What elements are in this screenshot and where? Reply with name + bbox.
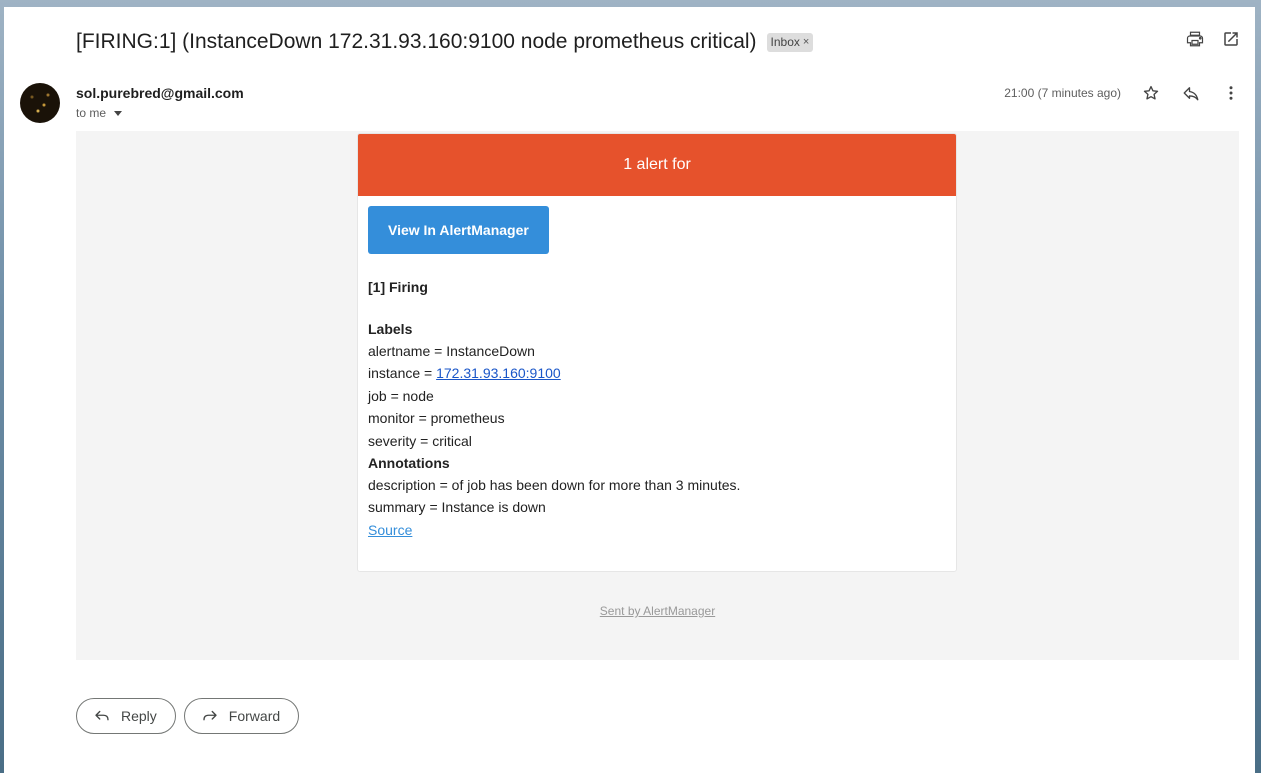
reply-icon: [95, 710, 109, 721]
label-prefix: instance =: [368, 365, 437, 382]
label-line: monitor = prometheus: [368, 410, 505, 427]
labels-title: Labels: [368, 321, 413, 337]
reply-actions: Reply Forward: [76, 698, 300, 734]
recipient-line: to me: [76, 106, 123, 120]
alert-content: View In AlertManager [1] Firing Labels a…: [358, 196, 956, 541]
message-meta: 21:00 (7 minutes ago): [1004, 83, 1241, 103]
sent-by-alertmanager-link[interactable]: Sent by AlertManager: [600, 604, 715, 618]
view-in-alertmanager-button[interactable]: View In AlertManager: [368, 206, 549, 254]
email-body: 1 alert for View In AlertManager [1] Fir…: [76, 131, 1239, 660]
sender-email[interactable]: sol.purebred@gmail.com: [76, 85, 244, 101]
reply-label: Reply: [121, 708, 157, 724]
annotation-line: description = of job has been down for m…: [368, 477, 741, 494]
firing-title: [1] Firing: [368, 279, 428, 295]
source-link[interactable]: Source: [368, 522, 412, 538]
forward-icon: [203, 710, 217, 721]
email-window: [FIRING:1] (InstanceDown 172.31.93.160:9…: [4, 7, 1255, 773]
label-line: instance = 172.31.93.160:9100: [368, 362, 946, 384]
subject-row: [FIRING:1] (InstanceDown 172.31.93.160:9…: [76, 27, 1255, 57]
inbox-label-chip[interactable]: Inbox ×: [766, 32, 814, 52]
chevron-down-icon[interactable]: [114, 110, 123, 116]
star-icon[interactable]: [1141, 83, 1161, 103]
forward-label: Forward: [228, 708, 281, 724]
inbox-label-text: Inbox: [770, 35, 800, 49]
alert-header: 1 alert for: [358, 134, 956, 196]
reply-icon[interactable]: [1181, 83, 1201, 103]
footer: Sent by AlertManager: [76, 604, 1239, 618]
annotation-line: summary = Instance is down: [368, 499, 546, 516]
annotations-title: Annotations: [368, 455, 450, 472]
recipient-text: to me: [76, 106, 107, 120]
top-toolbar: [1185, 29, 1241, 49]
email-timestamp: 21:00 (7 minutes ago): [1004, 86, 1121, 100]
more-vert-icon[interactable]: [1221, 83, 1241, 103]
alert-card: 1 alert for View In AlertManager [1] Fir…: [357, 133, 957, 572]
label-line: severity = critical: [368, 432, 472, 449]
email-subject: [FIRING:1] (InstanceDown 172.31.93.160:9…: [76, 30, 757, 53]
forward-button[interactable]: Forward: [183, 698, 300, 734]
open-new-window-icon[interactable]: [1221, 29, 1241, 49]
label-line: job = node: [368, 387, 434, 404]
label-line: alertname = InstanceDown: [368, 343, 535, 359]
print-icon[interactable]: [1185, 29, 1205, 49]
reply-button[interactable]: Reply: [76, 698, 176, 734]
sender-avatar[interactable]: [20, 83, 60, 123]
instance-link[interactable]: 172.31.93.160:9100: [436, 365, 561, 381]
remove-label-icon[interactable]: ×: [803, 36, 809, 48]
